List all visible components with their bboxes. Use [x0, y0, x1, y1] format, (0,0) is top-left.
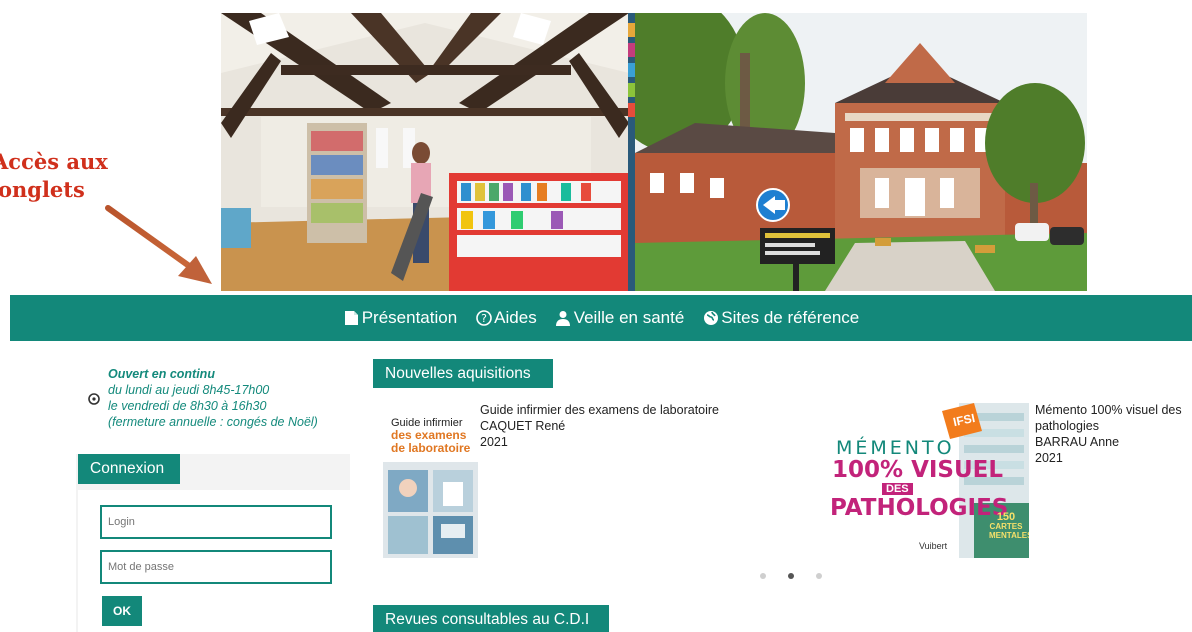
book-meta: Guide infirmier des examens de laboratoi… — [480, 402, 750, 450]
password-input[interactable] — [100, 550, 332, 584]
book-meta: Mémento 100% visuel des pathologies BARR… — [1035, 402, 1192, 466]
tab-veille-en-sante[interactable]: Veille en santé — [555, 308, 685, 328]
hours-title: Ouvert en continu — [108, 367, 215, 381]
cover-publisher: Vuibert — [919, 541, 948, 551]
book-year: 2021 — [1035, 451, 1063, 465]
carousel-dot-1[interactable] — [760, 573, 766, 579]
acquisitions-tab: Nouvelles aquisitions — [373, 359, 553, 388]
tab-aides[interactable]: ? Aides — [475, 308, 537, 328]
revues-tab: Revues consultables au C.D.I — [373, 605, 609, 632]
carousel-dot-3[interactable] — [816, 573, 822, 579]
tab-veille-label: Veille en santé — [573, 308, 685, 327]
login-input[interactable] — [100, 505, 332, 539]
tab-presentation[interactable]: Présentation — [343, 308, 457, 328]
book-cover[interactable]: IFSI MÉMENTO 100% VISUEL DES PATHOLOGIES… — [824, 403, 1029, 558]
acquisitions-carousel: Guide infirmier des examens de laboratoi… — [373, 395, 1192, 595]
opening-hours: Ouvert en continu du lundi au jeudi 8h45… — [76, 360, 354, 444]
hours-line-1: du lundi au jeudi 8h45-17h00 — [108, 383, 270, 397]
globe-icon — [702, 310, 719, 327]
cover-photo — [383, 462, 478, 558]
cover-title-line-4: PATHOLOGIES — [830, 495, 1009, 521]
cover-title: Guide infirmier des examens de laboratoi… — [391, 417, 471, 455]
carousel-dots — [760, 573, 822, 579]
book-author: BARRAU Anne — [1035, 435, 1120, 449]
login-tab: Connexion — [78, 454, 180, 484]
book-title[interactable]: Mémento 100% visuel des pathologies — [1035, 402, 1192, 434]
ok-button[interactable]: OK — [102, 596, 142, 626]
carousel-dot-2[interactable] — [788, 573, 794, 579]
book-cover[interactable]: Guide infirmier des examens de laboratoi… — [383, 402, 478, 558]
main-tab-bar: Présentation ? Aides Veille en santé Sit… — [10, 295, 1192, 341]
clock-icon — [88, 393, 100, 409]
banner-color-strip — [628, 13, 635, 291]
tab-aides-label: Aides — [494, 308, 537, 327]
book-title[interactable]: Guide infirmier des examens de laboratoi… — [480, 402, 750, 418]
hours-line-3: (fermeture annuelle : congés de Noël) — [108, 415, 318, 429]
book-author: CAQUET René — [480, 419, 566, 433]
hours-line-2: le vendredi de 8h30 à 16h30 — [108, 399, 267, 413]
library-interior-photo — [221, 13, 629, 291]
book-year: 2021 — [480, 435, 508, 449]
cover-title-line-2: 100% VISUEL — [832, 457, 1004, 483]
cover-title-line-1: MÉMENTO — [836, 437, 955, 459]
login-panel: OK — [78, 490, 350, 632]
annotation-arrow-icon — [105, 205, 212, 284]
annotation-line-1: Accès aux — [0, 149, 108, 174]
users-icon — [555, 310, 572, 327]
help-icon: ? — [475, 310, 492, 327]
cover-title-line-3: DES — [882, 483, 913, 495]
cover-badge-2: 150 CARTES MENTALES — [989, 511, 1029, 541]
svg-text:?: ? — [481, 312, 487, 325]
tab-sites-label: Sites de référence — [721, 308, 860, 327]
login-section: Connexion OK — [76, 454, 350, 632]
tab-presentation-label: Présentation — [361, 308, 458, 327]
building-photo — [635, 13, 1087, 291]
document-icon — [343, 310, 360, 327]
tab-sites-de-reference[interactable]: Sites de référence — [702, 308, 859, 328]
